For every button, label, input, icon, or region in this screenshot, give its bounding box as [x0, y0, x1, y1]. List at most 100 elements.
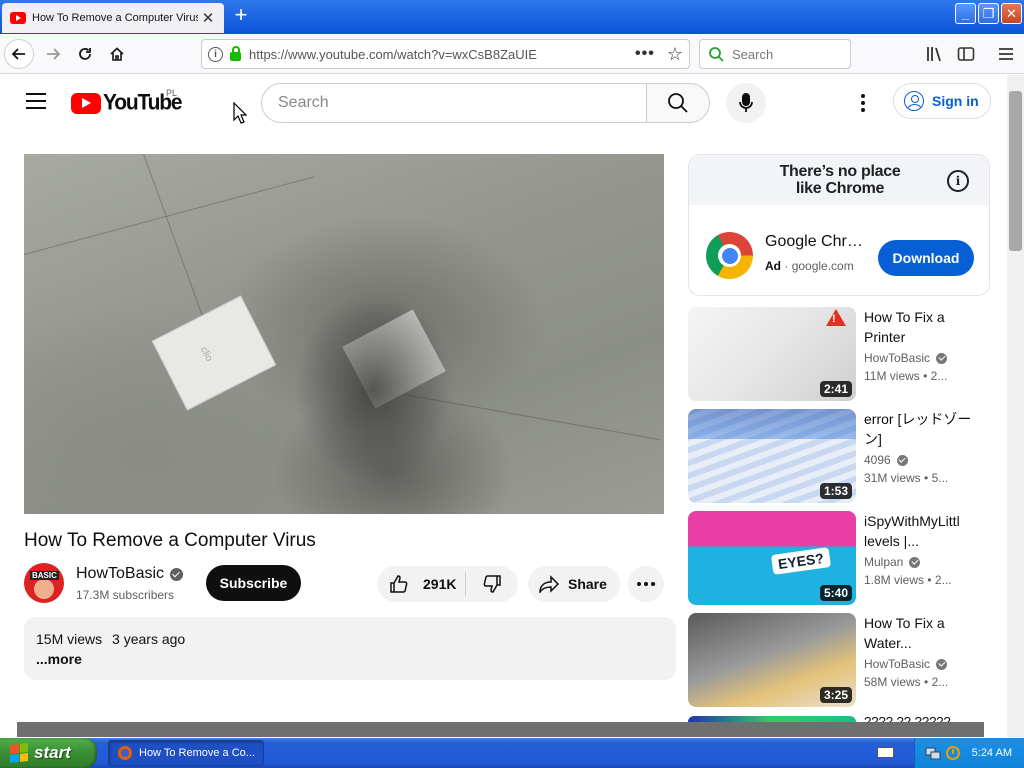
reload-button[interactable]: [70, 39, 100, 69]
recommendation-channel-name: 4096: [864, 453, 891, 467]
more-actions-button[interactable]: [628, 566, 664, 602]
windows-logo-icon: [10, 743, 28, 763]
video-duration: 2:41: [819, 381, 852, 397]
voice-search-button[interactable]: [726, 83, 766, 123]
like-button[interactable]: 291K: [377, 572, 466, 596]
browser-tab[interactable]: How To Remove a Computer Virus ✕: [2, 3, 224, 33]
minimize-button[interactable]: _: [955, 3, 976, 24]
channel-avatar[interactable]: BASIC: [24, 563, 64, 603]
youtube-logo[interactable]: YouTube: [71, 90, 183, 115]
thumbs-up-icon: [390, 575, 408, 593]
lock-icon: [230, 45, 241, 61]
sidebar-icon[interactable]: [956, 44, 976, 64]
system-tray: 5:24 AM: [914, 738, 1024, 768]
address-bar[interactable]: i https://www.youtube.com/watch?v=wxCsB8…: [201, 39, 690, 69]
channel-name[interactable]: HowToBasic: [76, 565, 184, 583]
upload-age: 3 years ago: [112, 631, 186, 647]
ad-title[interactable]: Google Chrome: [765, 233, 867, 251]
description-box[interactable]: 15M views 3 years ago ...more: [24, 617, 676, 680]
recommendation-channel-name: Mulpan: [864, 555, 904, 569]
url-text[interactable]: https://www.youtube.com/watch?v=wxCsB8Za…: [249, 47, 537, 62]
keyboard-icon[interactable]: [877, 747, 894, 758]
youtube-search-input[interactable]: Search: [261, 83, 647, 123]
video-player[interactable]: clio: [24, 154, 664, 514]
tab-close-icon[interactable]: ✕: [200, 9, 216, 27]
youtube-favicon-icon: [10, 12, 26, 24]
video-thumbnail[interactable]: 3:25: [688, 613, 856, 707]
library-icon[interactable]: [925, 44, 945, 64]
taskbar-window-button[interactable]: How To Remove a Co...: [108, 740, 264, 766]
sign-in-button[interactable]: Sign in: [893, 83, 991, 119]
video-thumbnail[interactable]: 1:53: [688, 409, 856, 503]
new-tab-button[interactable]: +: [230, 4, 252, 28]
forward-button[interactable]: [38, 39, 68, 69]
subscribe-button[interactable]: Subscribe: [206, 565, 301, 601]
share-button[interactable]: Share: [528, 566, 620, 602]
recommendation-item[interactable]: EYES? 5:40 iSpyWithMyLittl levels |... M…: [688, 511, 990, 607]
ad-banner[interactable]: There’s no place like Chrome i: [689, 155, 989, 205]
youtube-search-button[interactable]: [646, 83, 710, 123]
recommendation-meta: 31M views • 5...: [864, 471, 948, 485]
verified-badge-icon: [936, 352, 948, 364]
recommendation-item[interactable]: 3:25 How To Fix a Water... HowToBasic 58…: [688, 613, 990, 709]
like-count: 291K: [423, 576, 457, 592]
recommendation-channel: HowToBasic: [864, 351, 948, 365]
recommendation-item[interactable]: ! 2:41 How To Fix a Printer HowToBasic 1…: [688, 307, 990, 403]
bookmark-star-icon[interactable]: ☆: [667, 44, 683, 65]
search-engine-icon: [709, 47, 724, 62]
ad-info-icon[interactable]: i: [947, 170, 969, 192]
browser-titlebar: How To Remove a Computer Virus ✕ + _ ❐ ✕: [0, 0, 1024, 34]
ad-card[interactable]: There’s no place like Chrome i Google Ch…: [688, 154, 990, 296]
maximize-button[interactable]: ❐: [978, 3, 999, 24]
guide-menu-icon[interactable]: [26, 93, 46, 109]
scrollbar-thumb[interactable]: [1009, 91, 1022, 251]
recommendation-channel: Mulpan: [864, 555, 921, 569]
browser-search-placeholder: Search: [732, 46, 774, 62]
app-menu-icon[interactable]: [996, 44, 1016, 64]
home-icon: [110, 47, 124, 61]
show-more-link[interactable]: ...more: [36, 651, 664, 667]
page-actions-icon[interactable]: •••: [635, 45, 655, 63]
warning-icon: [826, 309, 846, 326]
microphone-icon: [739, 93, 753, 112]
site-info-icon[interactable]: i: [208, 46, 223, 62]
security-alert-icon[interactable]: [945, 745, 961, 761]
start-button[interactable]: start: [0, 738, 97, 768]
taskbar: start How To Remove a Co... 5:24 AM: [0, 738, 1024, 768]
recommendation-item[interactable]: 1:53 error [レッドゾーン] 4096 31M views • 5..…: [688, 409, 990, 505]
download-button[interactable]: Download: [878, 240, 974, 276]
verified-badge-icon: [896, 454, 908, 466]
chrome-logo-icon: [706, 232, 753, 279]
back-button[interactable]: [4, 39, 34, 69]
recommendation-channel: HowToBasic: [864, 657, 948, 671]
dislike-button[interactable]: [466, 566, 518, 602]
recommendation-age: • 2...: [924, 675, 949, 689]
recommendation-title[interactable]: iSpyWithMyLittl levels |...: [864, 511, 976, 551]
sign-in-label: Sign in: [932, 93, 979, 109]
share-label: Share: [568, 576, 607, 592]
video-thumbnail[interactable]: EYES? 5:40: [688, 511, 856, 605]
channel-name-text[interactable]: HowToBasic: [76, 565, 164, 583]
ad-label: Ad: [765, 259, 781, 273]
recommendation-title-partial[interactable]: ???? ?? ?????: [864, 714, 951, 722]
forward-arrow-icon: [47, 48, 61, 60]
horizontal-scrollbar[interactable]: [17, 722, 984, 737]
recommendation-title[interactable]: How To Fix a Printer: [864, 307, 976, 347]
mouse-cursor-icon: [233, 102, 247, 124]
account-icon: [904, 91, 924, 111]
recommendation-title[interactable]: How To Fix a Water...: [864, 613, 976, 653]
browser-search-box[interactable]: Search: [699, 39, 851, 69]
recommendation-meta: 1.8M views • 2...: [864, 573, 952, 587]
network-icon[interactable]: [925, 745, 941, 761]
youtube-header: YouTube PL Search Sign in: [0, 75, 1007, 131]
home-button[interactable]: [102, 39, 132, 69]
browser-toolbar: i https://www.youtube.com/watch?v=wxCsB8…: [0, 34, 1024, 74]
recommendation-title[interactable]: error [レッドゾーン]: [864, 409, 976, 449]
close-window-button[interactable]: ✕: [1001, 3, 1022, 24]
video-thumbnail[interactable]: ! 2:41: [688, 307, 856, 401]
recommendation-views: 31M views: [864, 471, 921, 485]
region-code: PL: [166, 88, 178, 98]
broken-laptop: clio: [151, 295, 277, 411]
vertical-scrollbar[interactable]: [1007, 75, 1024, 737]
settings-menu-icon[interactable]: [853, 93, 873, 113]
